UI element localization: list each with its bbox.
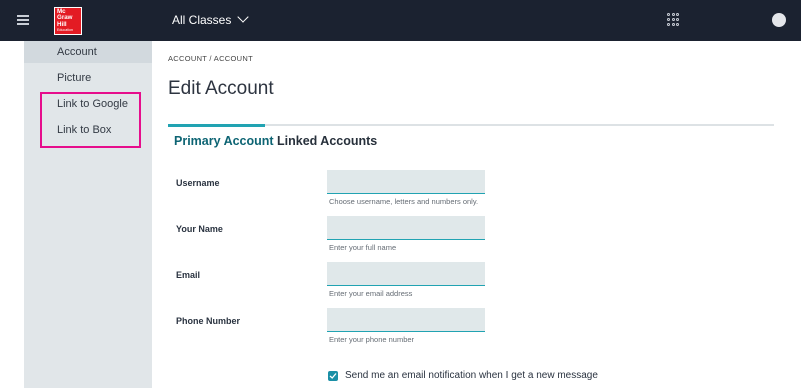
active-tab-indicator <box>168 124 265 127</box>
checkmark-icon <box>329 373 337 379</box>
sidebar-item-label: Picture <box>57 72 92 84</box>
name-label: Your Name <box>176 224 223 234</box>
avatar[interactable] <box>772 13 786 27</box>
highlight-box <box>40 92 141 148</box>
breadcrumb: ACCOUNT / ACCOUNT <box>168 54 253 63</box>
chevron-down-icon <box>237 11 250 23</box>
username-hint: Choose username, letters and numbers onl… <box>329 197 479 206</box>
class-selector-label: All Classes <box>172 13 232 27</box>
name-field[interactable] <box>327 216 485 240</box>
notification-checkbox-label[interactable]: Send me an email notification when I get… <box>345 370 598 381</box>
username-label: Username <box>176 178 220 188</box>
hamburger-menu-icon[interactable] <box>17 15 29 25</box>
tab-linked-accounts[interactable]: Linked Accounts <box>277 134 377 148</box>
sidebar-item-account[interactable]: Account <box>24 41 152 63</box>
email-field[interactable] <box>327 262 485 286</box>
phone-field[interactable] <box>327 308 485 332</box>
email-hint: Enter your email address <box>329 289 413 298</box>
logo-text-line: Education <box>57 27 73 32</box>
apps-grid-icon[interactable] <box>667 13 681 27</box>
email-label: Email <box>176 270 201 280</box>
mcgraw-hill-logo[interactable]: Mc Graw Hill Education <box>54 7 82 35</box>
username-field[interactable] <box>327 170 485 194</box>
phone-hint: Enter your phone number <box>329 335 415 344</box>
phone-label: Phone Number <box>176 316 241 326</box>
tab-underline <box>168 124 774 127</box>
tab-primary-account[interactable]: Primary Account <box>174 134 274 148</box>
sidebar-item-label: Account <box>57 46 97 58</box>
top-bar: Mc Graw Hill Education All Classes <box>0 0 801 41</box>
class-selector-dropdown[interactable]: All Classes <box>172 11 250 27</box>
notification-checkbox[interactable] <box>328 371 338 381</box>
sidebar-item-picture[interactable]: Picture <box>24 67 152 89</box>
name-hint: Enter your full name <box>329 243 397 252</box>
page-title: Edit Account <box>168 78 274 99</box>
left-strip <box>0 41 24 388</box>
